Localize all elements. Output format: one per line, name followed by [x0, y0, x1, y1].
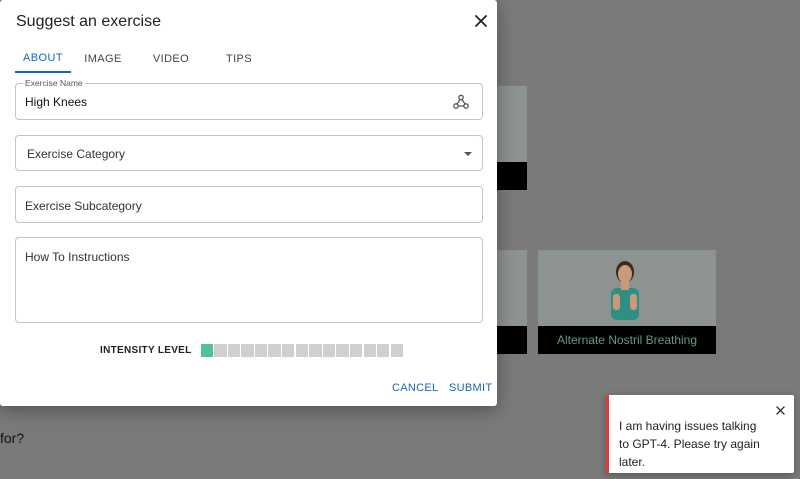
toast-message: I am having issues talking to GPT-4. Ple… — [619, 419, 760, 469]
intensity-segment[interactable] — [390, 344, 404, 357]
how-to-instructions-textarea[interactable]: How To Instructions — [15, 237, 483, 323]
intensity-segment[interactable] — [227, 344, 241, 357]
exercise-category-select[interactable]: Exercise Category — [15, 135, 483, 171]
background-text: for? — [0, 430, 25, 446]
exercise-figure-image — [611, 261, 639, 320]
exercise-name-value[interactable]: High Knees — [25, 95, 87, 109]
tab-tips[interactable]: TIPS — [211, 44, 267, 73]
intensity-segment[interactable] — [336, 344, 349, 357]
dialog-close-button[interactable] — [470, 10, 492, 32]
intensity-level-selector[interactable] — [200, 344, 405, 357]
cancel-button[interactable]: CANCEL — [392, 382, 438, 394]
exercise-subcategory-input[interactable]: Exercise Subcategory — [15, 186, 483, 223]
exercise-name-field[interactable]: Exercise Name High Knees — [15, 78, 483, 120]
close-icon — [775, 405, 785, 415]
dialog-title: Suggest an exercise — [16, 13, 161, 30]
chevron-down-icon — [464, 152, 472, 156]
suggest-exercise-dialog: Suggest an exercise ABOUT IMAGE VIDEO TI… — [0, 0, 497, 406]
exercise-category-placeholder: Exercise Category — [27, 147, 126, 161]
exercise-card-alternate-nostril-breathing[interactable]: Alternate Nostril Breathing — [538, 250, 716, 354]
background-card — [497, 86, 527, 190]
webhook-icon[interactable] — [452, 93, 470, 111]
tab-image[interactable]: IMAGE — [75, 44, 131, 73]
intensity-segment[interactable] — [282, 344, 295, 357]
close-icon — [475, 15, 487, 27]
intensity-segment[interactable] — [200, 344, 213, 357]
background-card — [497, 250, 527, 354]
exercise-card-title: Alternate Nostril Breathing — [538, 326, 716, 354]
intensity-segment[interactable] — [363, 344, 376, 357]
intensity-segment[interactable] — [377, 344, 390, 357]
toast-close-button[interactable] — [773, 403, 787, 417]
intensity-segment[interactable] — [322, 344, 336, 357]
tab-about[interactable]: ABOUT — [15, 44, 71, 73]
intensity-level-label: INTENSITY LEVEL — [100, 345, 192, 356]
intensity-segment[interactable] — [349, 344, 363, 357]
exercise-subcategory-placeholder: Exercise Subcategory — [25, 199, 142, 213]
intensity-segment[interactable] — [295, 344, 308, 357]
submit-button[interactable]: SUBMIT — [449, 382, 492, 394]
intensity-segment[interactable] — [241, 344, 254, 357]
intensity-segment[interactable] — [309, 344, 322, 357]
exercise-name-label: Exercise Name — [23, 78, 85, 88]
error-toast: I am having issues talking to GPT-4. Ple… — [606, 395, 794, 473]
intensity-level: INTENSITY LEVEL — [100, 344, 404, 357]
intensity-segment[interactable] — [214, 344, 227, 357]
how-to-instructions-placeholder: How To Instructions — [25, 250, 130, 264]
tab-video[interactable]: VIDEO — [143, 44, 199, 73]
intensity-segment[interactable] — [254, 344, 268, 357]
dialog-tabs: ABOUT IMAGE VIDEO TIPS — [15, 44, 267, 74]
intensity-segment[interactable] — [268, 344, 281, 357]
